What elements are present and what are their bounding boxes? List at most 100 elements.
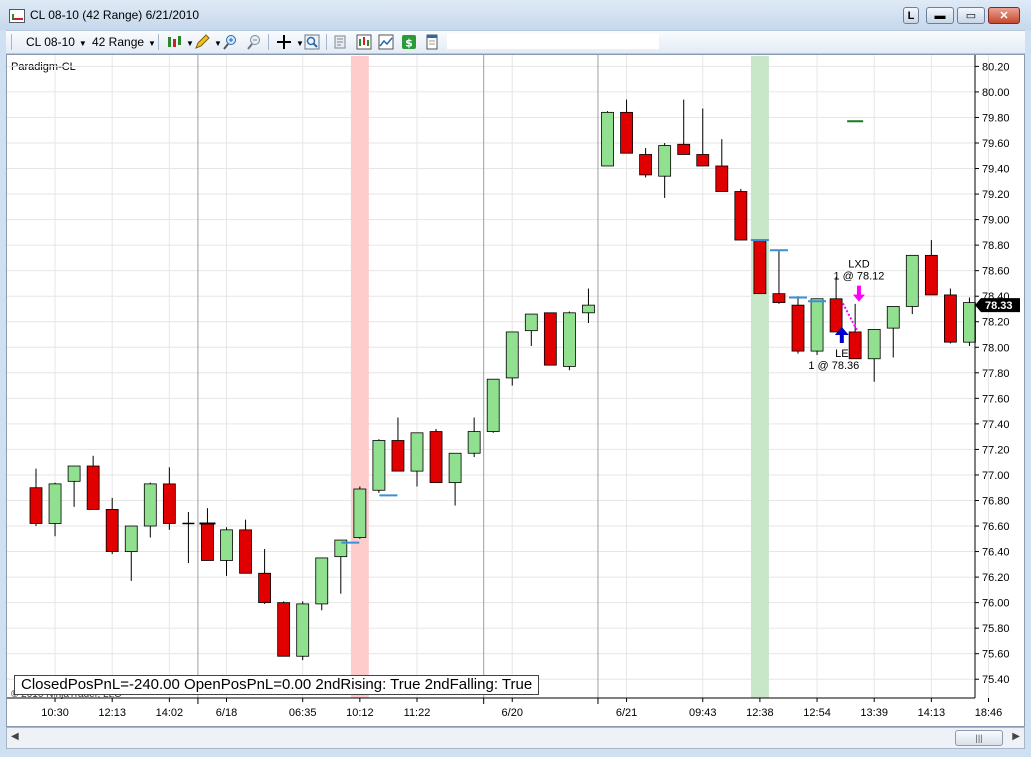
candle-down <box>734 191 748 241</box>
candle-up <box>886 306 900 329</box>
x-tick-label: 09:43 <box>689 707 717 719</box>
candle-up <box>810 298 824 352</box>
x-tick-label: 10:12 <box>346 707 374 719</box>
strategies-icon[interactable] <box>356 34 372 50</box>
instrument-selector[interactable]: CL 08-10 ▼ <box>26 34 87 50</box>
x-tick-label: 6/20 <box>502 707 523 719</box>
magnifier-icon[interactable] <box>304 34 320 50</box>
y-tick-label: 80.00 <box>982 87 1010 99</box>
candle-up <box>48 483 62 524</box>
candle-up <box>524 313 538 332</box>
data-box-icon[interactable] <box>424 34 440 50</box>
link-button[interactable]: L <box>903 7 919 24</box>
interval-selector[interactable]: 42 Range ▼ <box>92 34 156 50</box>
close-button[interactable]: ✕ <box>988 7 1020 24</box>
candle-down <box>944 294 957 343</box>
y-tick-label: 76.40 <box>982 547 1010 559</box>
x-tick-label: 06:35 <box>289 707 317 719</box>
x-tick-label: 18:46 <box>975 707 1003 719</box>
entry-detail: 1 @ 78.36 <box>808 360 859 372</box>
zoom-out-icon[interactable] <box>246 34 262 50</box>
y-tick-label: 79.00 <box>982 215 1010 227</box>
candle-up <box>353 488 367 538</box>
candle-down <box>696 154 710 167</box>
candle-down <box>391 440 405 472</box>
y-tick-label: 79.40 <box>982 164 1010 176</box>
candle-up <box>467 431 481 454</box>
candle-up <box>601 111 614 167</box>
y-tick-label: 76.20 <box>982 572 1010 584</box>
candle-down <box>29 487 43 524</box>
indicators-icon[interactable] <box>378 34 394 50</box>
y-tick-label: 78.80 <box>982 240 1010 252</box>
exit-label: LXD <box>848 259 869 271</box>
exit-detail: 1 @ 78.12 <box>833 271 884 283</box>
candle-down <box>429 431 443 484</box>
y-tick-label: 77.40 <box>982 419 1010 431</box>
horizontal-scrollbar[interactable]: ◀ ||| ▶ <box>6 727 1025 749</box>
exit-arrow-icon <box>852 285 865 302</box>
bar-highlight-band <box>350 56 369 698</box>
x-tick-label: 6/21 <box>616 707 637 719</box>
crosshair-icon[interactable] <box>276 34 292 50</box>
candle-up <box>867 328 881 360</box>
candle-down <box>829 298 843 333</box>
x-tick-label: 13:39 <box>860 707 888 719</box>
chevron-down-icon[interactable]: ▼ <box>182 34 194 50</box>
scroll-left-icon[interactable]: ◀ <box>11 731 19 742</box>
x-tick-label: 12:13 <box>98 707 126 719</box>
y-tick-label: 79.60 <box>982 138 1010 150</box>
x-tick-label: 10:30 <box>41 707 69 719</box>
x-tick-label: 14:02 <box>156 707 184 719</box>
panel-label: Paradigm-CL <box>11 61 76 73</box>
toolbar-separator <box>268 34 269 50</box>
properties-icon[interactable] <box>333 34 349 50</box>
y-tick-label: 76.80 <box>982 495 1010 507</box>
instrument-label: CL 08-10 <box>26 35 75 49</box>
candle-up <box>67 465 81 482</box>
chevron-down-icon[interactable]: ▼ <box>210 34 222 50</box>
y-tick-label: 77.00 <box>982 470 1010 482</box>
minimize-button[interactable]: ▬ <box>926 7 954 24</box>
candle-style-icon[interactable] <box>166 34 182 50</box>
toolbar-separator <box>326 34 327 50</box>
y-tick-label: 78.60 <box>982 266 1010 278</box>
y-tick-label: 77.20 <box>982 444 1010 456</box>
y-tick-label: 79.20 <box>982 189 1010 201</box>
chevron-down-icon: ▼ <box>148 39 156 48</box>
scroll-right-icon[interactable]: ▶ <box>1012 731 1020 742</box>
maximize-button[interactable]: ▭ <box>957 7 985 24</box>
scroll-thumb[interactable]: ||| <box>955 730 1003 746</box>
last-price-label: 78.33 <box>985 300 1013 312</box>
candle-down <box>772 293 786 303</box>
chart-panel[interactable]: Paradigm-CL© 2010 NinjaTrader, LLCLE1 @ … <box>6 54 1025 727</box>
zoom-in-icon[interactable] <box>222 34 238 50</box>
candle-down <box>162 483 176 524</box>
y-tick-label: 78.00 <box>982 342 1010 354</box>
y-tick-label: 75.60 <box>982 649 1010 661</box>
price-chart[interactable]: Paradigm-CL© 2010 NinjaTrader, LLCLE1 @ … <box>7 55 1024 726</box>
dollar-icon[interactable]: $ <box>401 34 417 50</box>
candle-up <box>124 525 138 552</box>
candle-up <box>905 254 919 307</box>
pencil-icon[interactable] <box>194 34 210 50</box>
candle-up <box>486 378 500 432</box>
candle-up <box>143 483 157 527</box>
chevron-down-icon[interactable]: ▼ <box>292 34 304 50</box>
candle-up <box>448 452 462 484</box>
candle-up <box>410 432 424 472</box>
candle-down <box>715 165 729 192</box>
candle-down <box>639 154 652 176</box>
y-tick-label: 76.00 <box>982 598 1010 610</box>
toolbar-separator <box>11 34 12 50</box>
chart-toolbar: CL 08-10 ▼ 42 Range ▼ ▼ ▼ ▼ $ <box>6 30 1025 54</box>
window-title: CL 08-10 (42 Range) 6/21/2010 <box>30 8 200 22</box>
y-tick-label: 78.20 <box>982 317 1010 329</box>
entry-label: LE <box>835 348 848 360</box>
candle-down <box>105 509 119 552</box>
interval-label: 42 Range <box>92 35 145 49</box>
candle-down <box>258 572 272 604</box>
x-tick-label: 12:54 <box>803 707 831 719</box>
y-tick-label: 80.20 <box>982 61 1010 73</box>
chevron-down-icon: ▼ <box>78 39 87 48</box>
